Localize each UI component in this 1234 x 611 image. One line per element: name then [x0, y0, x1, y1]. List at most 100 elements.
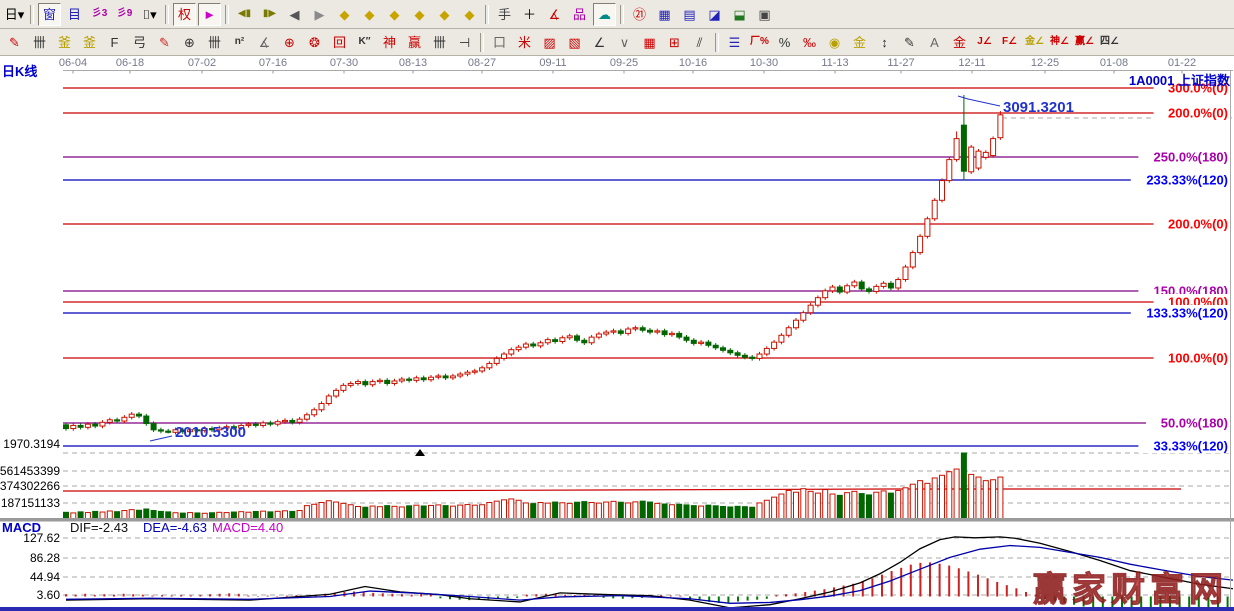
dif-value: DIF=-2.43	[70, 520, 128, 535]
candle	[509, 350, 514, 354]
candle	[115, 420, 120, 421]
volume-bar	[224, 513, 229, 519]
high-price-annotation: 3091.3201	[1003, 99, 1074, 116]
candle	[399, 379, 404, 381]
volume-bar	[268, 512, 273, 519]
volume-bar	[326, 501, 331, 519]
low-price-annotation: 2010.5300	[175, 424, 246, 441]
watermark: 赢家财富网	[1033, 562, 1228, 611]
volume-bar	[195, 513, 200, 519]
volume-bar	[538, 502, 543, 518]
volume-bar	[348, 505, 353, 519]
candle	[779, 335, 784, 342]
percent-level-label: 233.33%(120)	[1146, 173, 1228, 188]
volume-bar	[794, 492, 799, 518]
candle	[575, 336, 580, 340]
volume-bar	[297, 511, 302, 519]
volume-bar	[750, 507, 755, 518]
volume-bar	[472, 505, 477, 518]
candle	[85, 424, 90, 427]
volume-bar	[779, 494, 784, 518]
volume-bar	[100, 512, 105, 518]
volume-bar	[699, 506, 704, 518]
volume-bar	[377, 507, 382, 519]
candle	[348, 383, 353, 385]
candle	[443, 376, 448, 378]
volume-bar	[896, 490, 901, 518]
volume-bar	[71, 513, 76, 519]
volume-bar	[903, 488, 908, 519]
candle	[874, 286, 879, 291]
volume-bar	[509, 499, 514, 519]
candle	[932, 200, 937, 218]
volume-bar	[728, 507, 733, 519]
volume-bar	[910, 484, 915, 518]
candle	[523, 344, 528, 347]
candle	[918, 236, 923, 252]
candle	[925, 219, 930, 237]
volume-bar	[202, 513, 207, 518]
volume-bar	[137, 510, 142, 518]
candle	[728, 350, 733, 353]
macd-scale-label: 3.60	[37, 588, 61, 602]
candle	[421, 378, 426, 380]
candle	[268, 423, 273, 424]
candle	[341, 385, 346, 390]
candle	[867, 289, 872, 292]
candle	[392, 381, 397, 384]
date-tick-label: 09-25	[610, 57, 638, 69]
candle	[815, 298, 820, 306]
dea-value: DEA=-4.63	[143, 520, 207, 535]
candle	[436, 376, 441, 377]
volume-bar	[706, 505, 711, 518]
volume-bar	[545, 503, 550, 518]
volume-bar	[969, 474, 974, 518]
percent-level-label: 200.0%(0)	[1168, 217, 1228, 232]
volume-bar	[837, 495, 842, 518]
symbol-label: 1A0001 上证指数	[1129, 70, 1230, 89]
candle	[363, 382, 368, 385]
candle	[742, 355, 747, 357]
candle	[611, 331, 616, 332]
candle	[706, 342, 711, 345]
candle	[290, 420, 295, 422]
candle	[786, 328, 791, 336]
volume-bar	[808, 491, 813, 518]
volume-bar	[173, 513, 178, 519]
volume-bar	[246, 512, 251, 518]
main-chart-pane[interactable]	[63, 72, 1230, 453]
candle	[830, 287, 835, 291]
volume-bar	[881, 491, 886, 519]
candle	[677, 333, 682, 337]
volume-bar	[567, 503, 572, 518]
candle	[166, 431, 171, 432]
volume-bar	[867, 495, 872, 519]
volume-bar	[363, 507, 368, 518]
volume-bar	[648, 502, 653, 518]
volume-bar	[523, 503, 528, 519]
candle	[713, 345, 718, 348]
volume-bar	[231, 512, 236, 518]
volume-bar	[421, 506, 426, 519]
volume-bar	[618, 502, 623, 518]
volume-bar	[107, 511, 112, 519]
candle	[859, 282, 864, 289]
candle	[596, 334, 601, 337]
candle	[385, 380, 390, 383]
volume-bar	[356, 507, 361, 519]
candle	[794, 320, 799, 328]
date-tick-label: 01-22	[1168, 57, 1196, 69]
date-tick-label: 08-13	[399, 57, 427, 69]
candle	[261, 423, 266, 426]
volume-bar	[998, 477, 1003, 518]
candle	[633, 328, 638, 329]
candle	[319, 404, 324, 410]
candle	[910, 253, 915, 267]
candle	[297, 419, 302, 422]
volume-scale-label: 187151133	[1, 496, 61, 510]
candle	[502, 354, 507, 358]
volume-bar	[925, 483, 930, 518]
volume-bar	[341, 503, 346, 518]
volume-bar	[443, 506, 448, 519]
price-scale-label: 1970.3194	[3, 437, 60, 451]
